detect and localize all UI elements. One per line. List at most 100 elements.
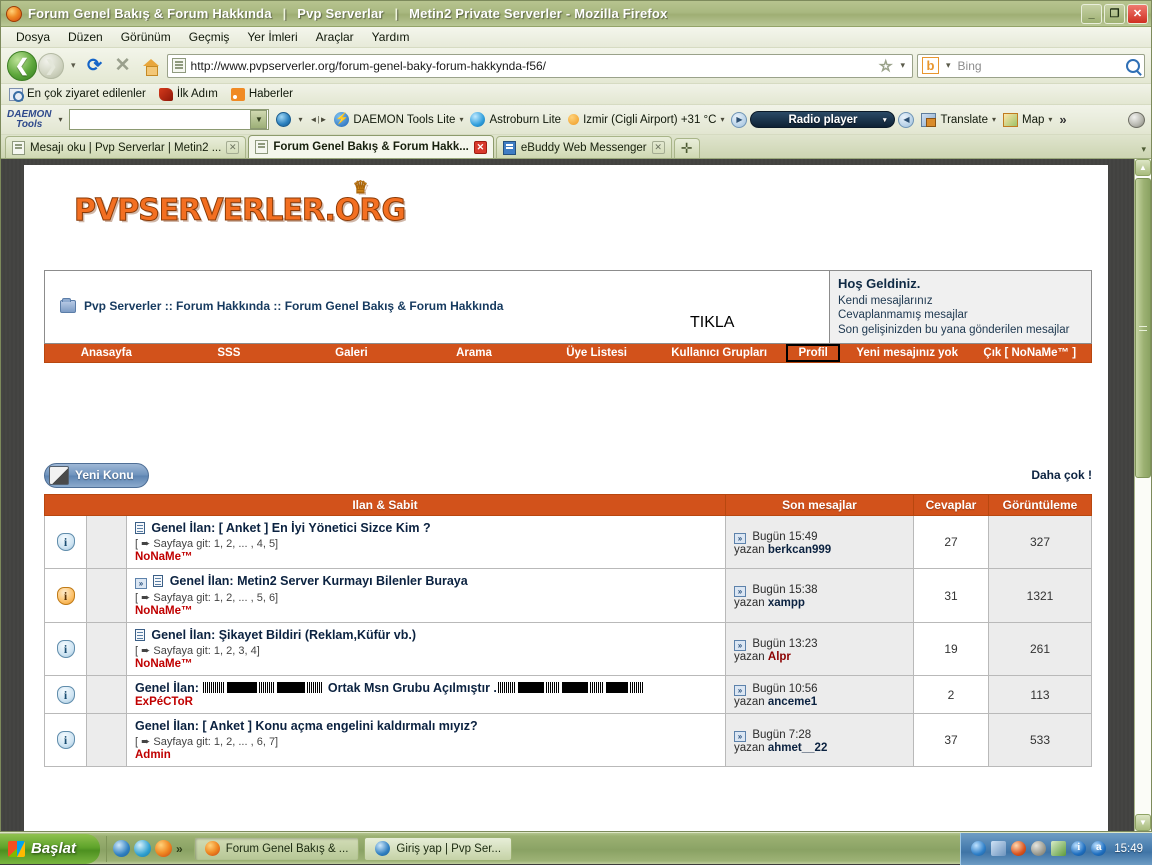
antivirus-icon[interactable]: a xyxy=(1091,841,1106,856)
topic-author[interactable]: NoNaMe™ xyxy=(135,605,717,617)
menu-item-yer-imleri[interactable]: Yer İmleri xyxy=(238,28,306,46)
history-dropdown-icon[interactable]: ▾ xyxy=(68,60,79,71)
bluetooth-icon[interactable] xyxy=(971,841,986,856)
topic-pagination[interactable]: [ ➨ Sayfaya git: 1, 2, 3, 4] xyxy=(135,644,717,657)
table-row[interactable]: i Genel İlan: [ Anket ] En İyi Yönetici … xyxy=(45,516,1092,569)
tab-close-icon[interactable]: ✕ xyxy=(474,141,487,154)
bookmark-star-icon[interactable]: ☆ xyxy=(879,57,892,75)
network-icon[interactable] xyxy=(991,841,1006,856)
column-header-cevaplar[interactable]: Cevaplar xyxy=(914,495,989,516)
topic-title[interactable]: Genel İlan: Metin2 Server Kurmayı Bilenl… xyxy=(170,574,468,588)
splitter-icon[interactable]: ◄|► xyxy=(309,115,327,124)
maximize-button[interactable]: ❐ xyxy=(1104,4,1125,24)
nav-link-kullanici-gruplari[interactable]: Kullanıcı Grupları xyxy=(658,347,781,359)
addon-astroburn-lite[interactable]: Astroburn Lite xyxy=(470,112,561,127)
start-button[interactable]: Başlat xyxy=(0,834,100,864)
nav-link-arama[interactable]: Arama xyxy=(413,347,536,359)
topic-author[interactable]: NoNaMe™ xyxy=(135,551,717,563)
tab-close-icon[interactable]: ✕ xyxy=(226,141,239,154)
nav-link-cikis[interactable]: Çık [ NoNaMe™ ] xyxy=(968,347,1091,359)
welcome-link-own-messages[interactable]: Kendi mesajlarınız xyxy=(838,294,1083,309)
topic-title[interactable]: Genel İlan: Şikayet Bildiri (Reklam,Küfü… xyxy=(151,628,416,642)
addon-daemon-tools-lite[interactable]: ⚡ DAEMON Tools Lite ▾ xyxy=(334,112,463,127)
chevron-down-icon[interactable]: ▾ xyxy=(992,115,996,124)
display-icon[interactable] xyxy=(1031,841,1046,856)
bookmark-first-run[interactable]: İlk Adım xyxy=(159,88,218,101)
topic-title-prefix[interactable]: Genel İlan: xyxy=(135,681,202,695)
nav-link-uye-listesi[interactable]: Üye Listesi xyxy=(535,347,658,359)
topic-author[interactable]: NoNaMe™ xyxy=(135,658,717,670)
home-icon[interactable] xyxy=(139,54,163,78)
last-post-author[interactable]: ahmet__22 xyxy=(768,742,827,754)
globe-icon[interactable] xyxy=(276,112,291,127)
stop-icon[interactable]: ✕ xyxy=(111,54,135,78)
url-bar[interactable]: http://www.pvpserverler.org/forum-genel-… xyxy=(167,54,913,78)
scroll-up-icon[interactable]: ▲ xyxy=(1135,159,1151,176)
last-post-author[interactable]: anceme1 xyxy=(768,696,817,708)
scroll-down-icon[interactable]: ▼ xyxy=(1135,814,1151,831)
radio-player-dropdown[interactable]: Radio player ▾ xyxy=(750,111,895,128)
column-header-ilan-sabit[interactable]: Ilan & Sabit xyxy=(45,495,726,516)
search-icon[interactable] xyxy=(1126,59,1140,73)
bookmark-most-visited[interactable]: En çok ziyaret edilenler xyxy=(9,88,146,101)
nav-link-anasayfa[interactable]: Anasayfa xyxy=(45,347,168,359)
firefox-icon[interactable] xyxy=(155,840,172,857)
new-topic-button[interactable]: Yeni Konu xyxy=(44,463,149,488)
topic-pagination[interactable]: [ ➨ Sayfaya git: 1, 2, ... , 5, 6] xyxy=(135,591,717,604)
chevron-down-icon[interactable]: ▾ xyxy=(720,115,724,124)
last-post-author[interactable]: Alpr xyxy=(768,651,791,663)
topic-pagination[interactable]: [ ➨ Sayfaya git: 1, 2, ... , 4, 5] xyxy=(135,537,717,550)
search-bar[interactable]: b ▾ Bing xyxy=(917,54,1145,78)
tab-mesaji-oku[interactable]: Mesajı oku | Pvp Serverlar | Metin2 ... … xyxy=(5,136,246,158)
forward-button[interactable]: ❯ xyxy=(38,53,64,79)
menu-item-dosya[interactable]: Dosya xyxy=(7,28,59,46)
search-engine-dropdown-icon[interactable]: ▾ xyxy=(943,60,954,71)
topic-author[interactable]: ExPéCToR xyxy=(135,696,717,708)
site-logo[interactable]: PVPSERVERLER.ORG ♛ xyxy=(24,165,1108,228)
list-all-tabs-icon[interactable]: ▾ xyxy=(1141,144,1151,158)
welcome-link-unanswered[interactable]: Cevaplanmamış mesajlar xyxy=(838,308,1083,323)
previous-icon[interactable]: ◀ xyxy=(898,112,914,128)
scrollbar-thumb[interactable] xyxy=(1135,178,1151,478)
taskbar-clock[interactable]: 15:49 xyxy=(1114,843,1143,855)
new-tab-button[interactable]: ✛ xyxy=(674,138,700,158)
menu-item-yardim[interactable]: Yardım xyxy=(363,28,419,46)
chevron-down-icon[interactable]: ▾ xyxy=(1048,115,1052,124)
bookmark-news[interactable]: Haberler xyxy=(231,88,293,101)
chevron-down-icon[interactable]: ▼ xyxy=(250,110,267,129)
menu-item-gorunum[interactable]: Görünüm xyxy=(112,28,180,46)
goto-last-post-icon[interactable]: » xyxy=(734,685,746,696)
topic-title[interactable]: Genel İlan: [ Anket ] Konu açma engelini… xyxy=(135,719,478,733)
goto-last-post-icon[interactable]: » xyxy=(734,640,746,651)
play-icon[interactable]: ▶ xyxy=(731,112,747,128)
sheep-icon[interactable] xyxy=(1128,112,1145,128)
table-row[interactable]: i » Genel İlan: Metin2 Server Kurmayı Bi… xyxy=(45,569,1092,623)
bing-icon[interactable]: b xyxy=(922,57,939,74)
radio-player-widget[interactable]: ▶ Radio player ▾ ◀ xyxy=(731,111,914,128)
nav-link-sss[interactable]: SSS xyxy=(168,347,291,359)
table-row[interactable]: i Genel İlan: [ Anket ] Konu açma engeli… xyxy=(45,714,1092,767)
addons-overflow-icon[interactable]: » xyxy=(1059,112,1066,127)
daemon-combo-box[interactable]: ▼ xyxy=(69,109,269,130)
taskbar-button-firefox[interactable]: Forum Genel Bakış & ... xyxy=(194,837,360,861)
tab-forum-genel-bakis[interactable]: Forum Genel Bakış & Forum Hakk... ✕ xyxy=(248,135,494,158)
table-row[interactable]: i Genel İlan: Ortak Msn Grubu Açılmıştır… xyxy=(45,676,1092,714)
vertical-scrollbar[interactable]: ▲ ▼ xyxy=(1134,159,1151,831)
table-row[interactable]: i Genel İlan: Şikayet Bildiri (Reklam,Kü… xyxy=(45,623,1092,676)
quick-launch-overflow-icon[interactable]: » xyxy=(176,842,183,856)
tab-ebuddy[interactable]: eBuddy Web Messenger ✕ xyxy=(496,136,672,158)
outlook-express-icon[interactable] xyxy=(134,840,151,857)
reload-icon[interactable]: ⟳ xyxy=(83,54,107,78)
menu-item-gecmis[interactable]: Geçmiş xyxy=(180,28,239,46)
search-input[interactable]: Bing xyxy=(958,59,1122,73)
taskbar-button-ie[interactable]: Giriş yap | Pvp Ser... xyxy=(364,837,512,861)
topic-pagination[interactable]: [ ➨ Sayfaya git: 1, 2, ... , 6, 7] xyxy=(135,735,717,748)
breadcrumb[interactable]: Pvp Serverler :: Forum Hakkında :: Forum… xyxy=(45,271,829,313)
tab-close-icon[interactable]: ✕ xyxy=(652,141,665,154)
internet-explorer-icon[interactable] xyxy=(113,840,130,857)
nav-link-yeni-mesaj[interactable]: Yeni mesajınız yok xyxy=(846,347,969,359)
daemon-dropdown-icon[interactable]: ▾ xyxy=(58,115,62,124)
menu-item-duzen[interactable]: Düzen xyxy=(59,28,112,46)
addon-map[interactable]: Map ▾ xyxy=(1003,113,1052,127)
more-link[interactable]: Daha çok ! xyxy=(1031,468,1092,482)
